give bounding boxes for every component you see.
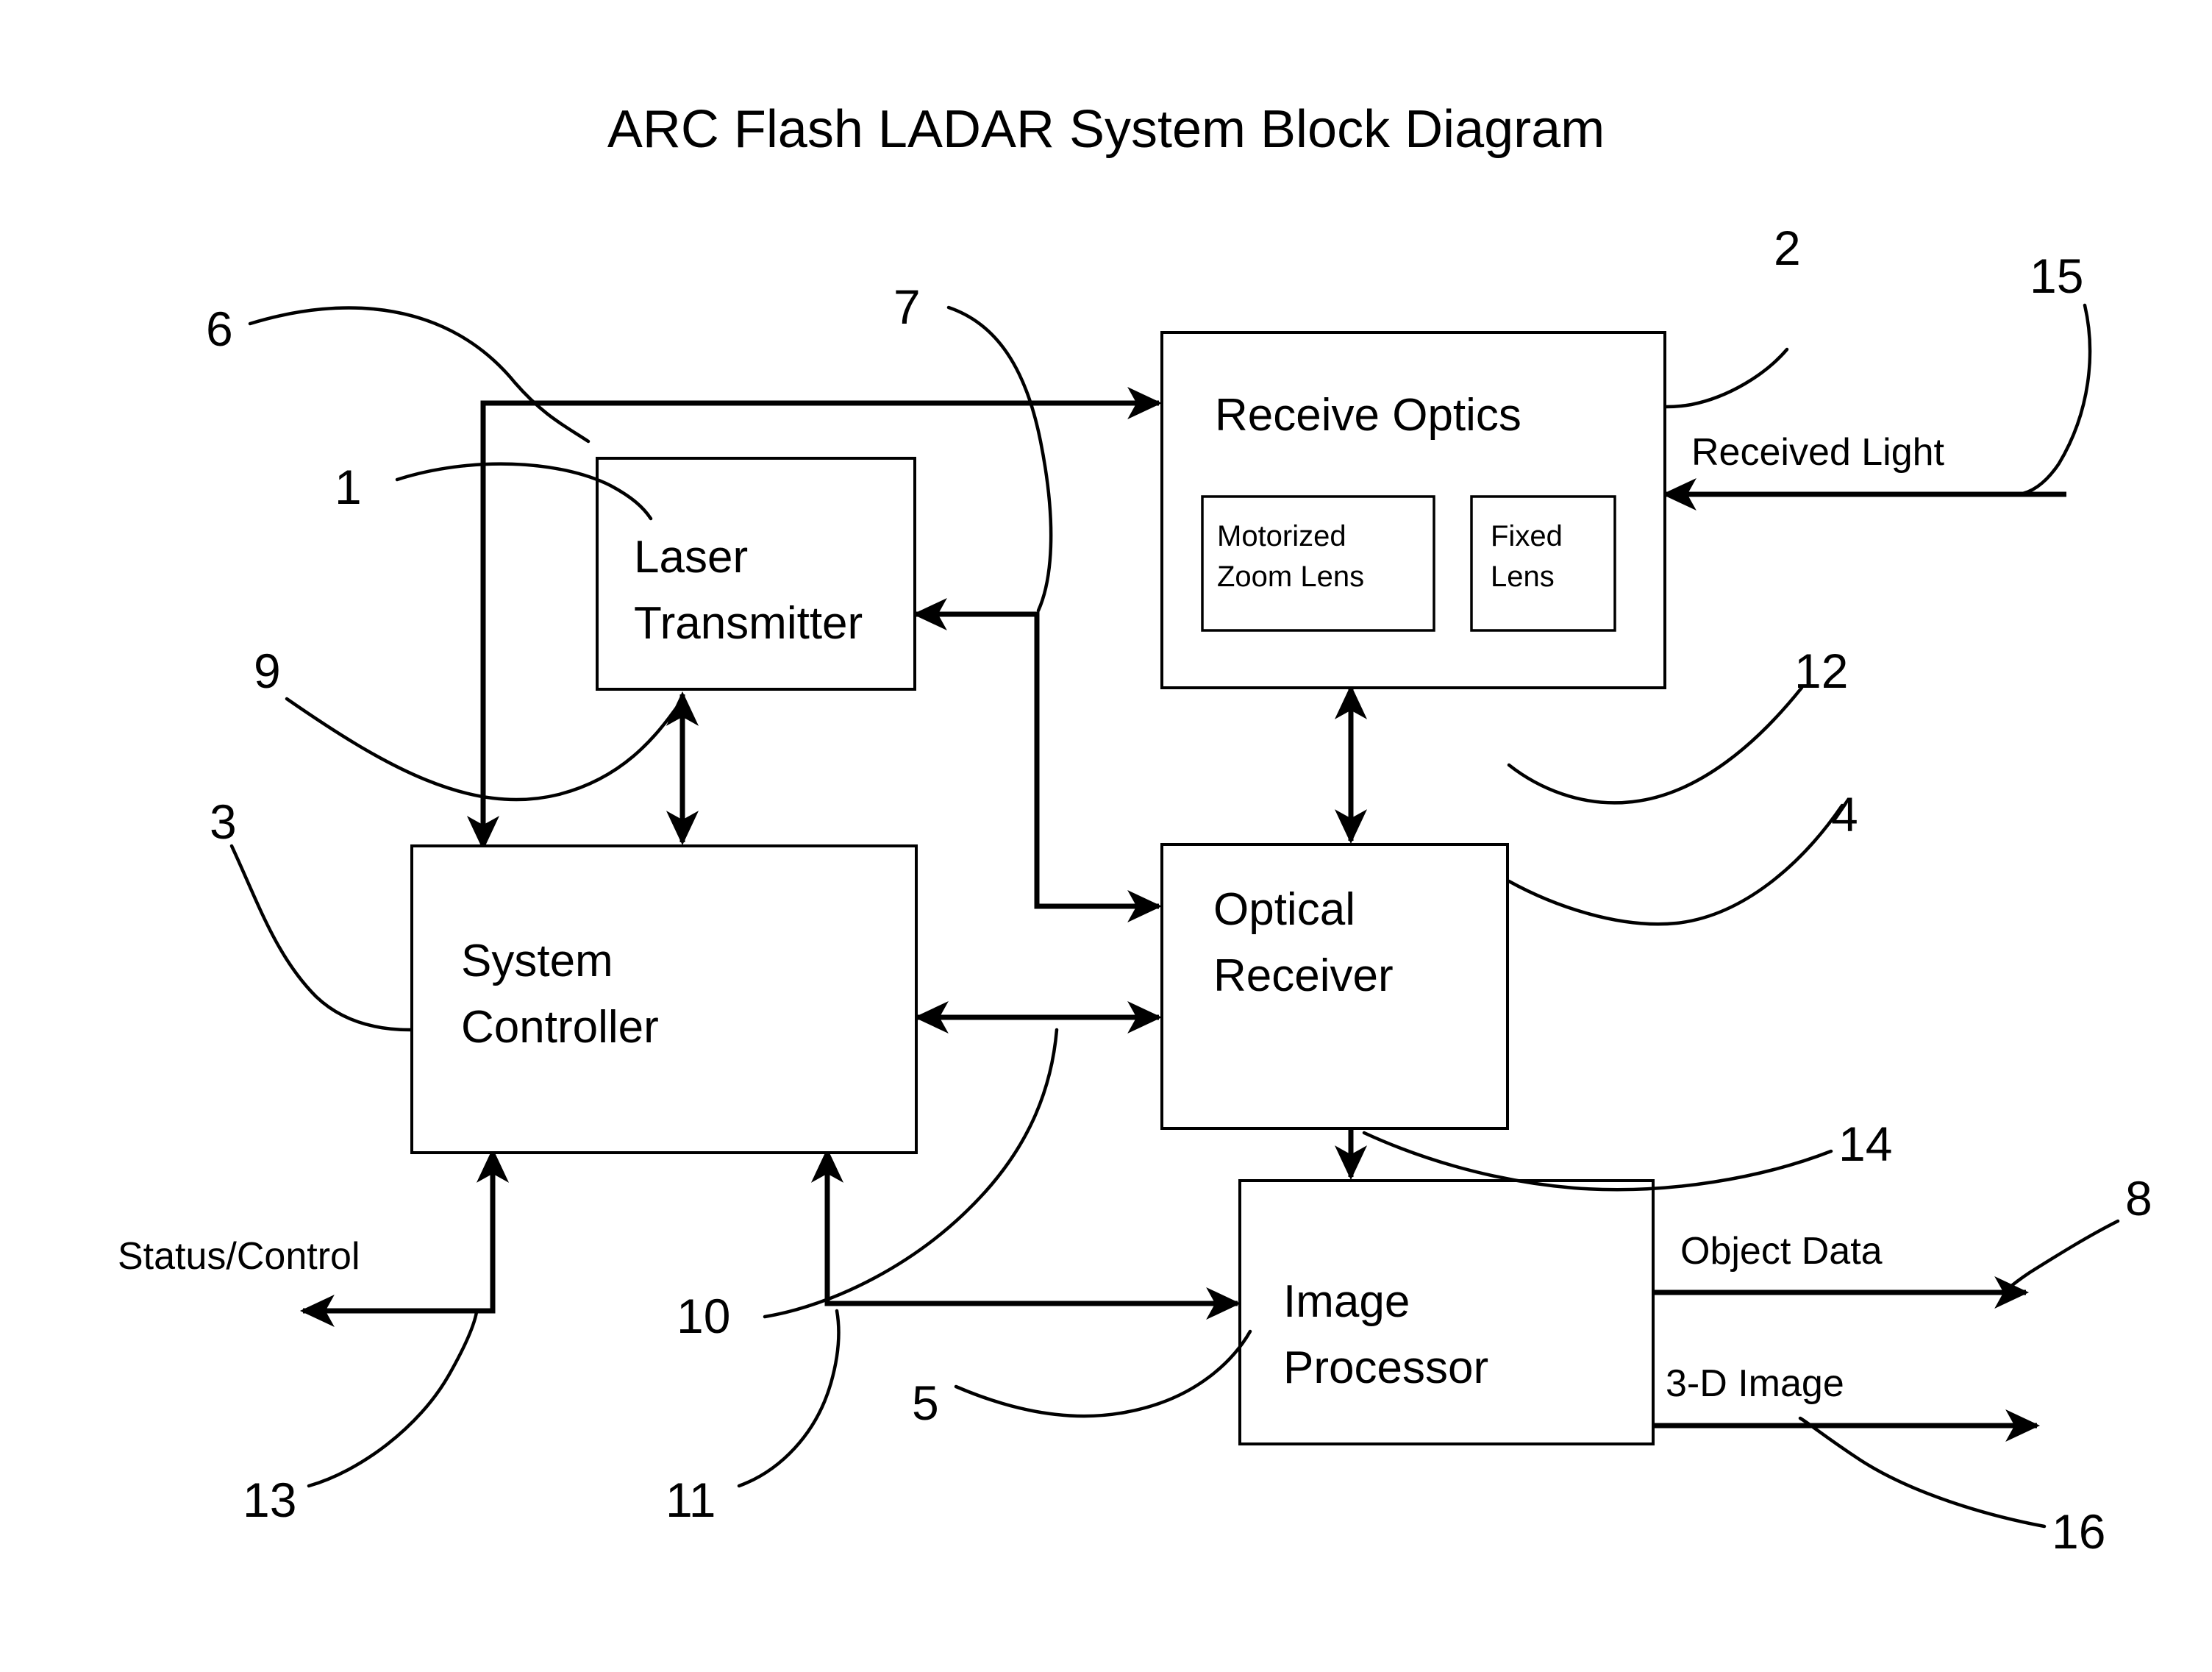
fixed-lens-label-line2: Lens [1491,561,1555,593]
image-processor-label-line1: Image [1283,1276,1410,1327]
reference-numeral-1: 1 [335,460,362,514]
optical-receiver-label-line1: Optical [1213,884,1355,935]
reference-numeral-13: 13 [243,1473,296,1527]
leader-line-5 [954,1329,1252,1418]
reference-numeral-9: 9 [254,644,281,698]
leader-line-16 [1798,1416,2047,1529]
block-system-controller[interactable] [410,844,918,1154]
laser-transmitter-label-line2: Transmitter [634,598,863,649]
leader-line-4 [1507,803,1844,926]
reference-numeral-15: 15 [2030,249,2083,303]
laser-transmitter-label-line1: Laser [634,532,748,583]
reference-numeral-2: 2 [1774,221,1801,275]
three-d-image-label: 3-D Image [1666,1362,1844,1405]
reference-numeral-8: 8 [2125,1171,2152,1225]
reference-numeral-10: 10 [677,1289,730,1343]
leader-line-2 [1663,347,1789,409]
motorized-zoom-lens-label-line2: Zoom Lens [1217,561,1364,593]
connector-transmitter-receiver-link [912,597,1163,923]
connector-status-control-out [299,1148,510,1328]
leader-line-12 [1507,686,1804,805]
reference-numeral-5: 5 [912,1376,939,1430]
leader-line-11 [737,1309,841,1488]
leader-line-15 [2016,303,2092,497]
reference-numeral-14: 14 [1838,1117,1892,1171]
leader-line-6 [248,306,591,444]
diagram-svg: Laser Transmitter Receive Optics Motoriz… [118,100,2152,1559]
reference-numeral-11: 11 [666,1473,716,1527]
leader-line-8 [2004,1219,2120,1292]
optical-receiver-label-line2: Receiver [1213,950,1394,1001]
received-light-label: Received Light [1691,431,1945,474]
leader-line-7 [946,305,1053,613]
block-diagram-canvas: Laser Transmitter Receive Optics Motoriz… [0,0,2212,1672]
system-controller-label-line2: Controller [461,1002,659,1053]
system-controller-label-line1: System [461,936,613,986]
receive-optics-label: Receive Optics [1215,390,1521,441]
motorized-zoom-lens-label-line1: Motorized [1217,520,1346,552]
reference-numeral-7: 7 [893,280,921,334]
fixed-lens-label-line1: Fixed [1491,520,1563,552]
reference-numeral-4: 4 [1831,787,1858,842]
page-title: ARC Flash LADAR System Block Diagram [607,100,1605,159]
status-control-label: Status/Control [118,1235,360,1278]
leader-line-3 [229,844,413,1032]
object-data-label: Object Data [1680,1230,1883,1273]
leader-line-13 [307,1310,479,1488]
reference-numeral-12: 12 [1794,644,1848,698]
image-processor-label-line2: Processor [1283,1342,1488,1393]
connector-controller-to-processor [810,1148,1241,1320]
reference-numeral-6: 6 [206,302,233,356]
reference-numeral-3: 3 [210,794,237,849]
reference-numeral-16: 16 [2052,1504,2105,1559]
